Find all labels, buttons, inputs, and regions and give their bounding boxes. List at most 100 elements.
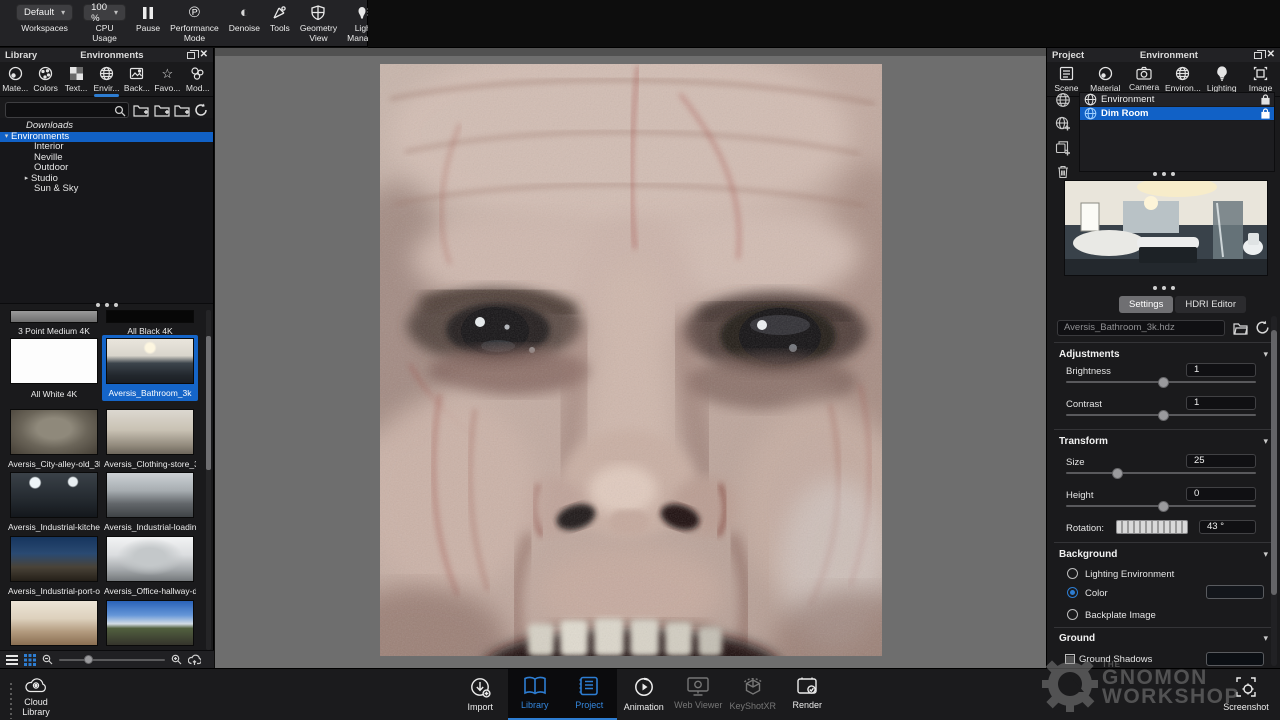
search-input[interactable]	[5, 102, 129, 118]
tab-hdri-editor[interactable]: HDRI Editor	[1175, 296, 1246, 313]
thumbnail-size-slider-knob[interactable]	[84, 655, 93, 664]
close-icon[interactable]: ✕	[1267, 50, 1275, 60]
cpu-usage-dropdown[interactable]: 100 % ▾	[83, 4, 126, 21]
contrast-slider[interactable]	[1066, 414, 1256, 416]
brightness-slider-knob[interactable]	[1158, 377, 1169, 388]
background-header[interactable]: Background	[1059, 549, 1117, 560]
tab-models[interactable]: Mod...	[183, 62, 213, 96]
thumbnail-road[interactable]	[106, 600, 194, 646]
collapse-chevron-icon[interactable]: ▾	[1263, 436, 1268, 447]
cloud-library-button[interactable]: Cloud Library	[10, 669, 62, 720]
thumbnail-city-alley[interactable]	[10, 409, 98, 455]
transform-header[interactable]: Transform	[1059, 436, 1108, 447]
list-view-icon[interactable]	[6, 655, 18, 665]
height-slider[interactable]	[1066, 505, 1256, 507]
restore-panel-icon[interactable]	[187, 52, 195, 59]
performance-mode-button[interactable]: ℗ Performance Mode	[170, 4, 219, 43]
tab-textures[interactable]: Text...	[61, 62, 91, 96]
tab-image[interactable]: Image	[1241, 62, 1280, 96]
panel-splitter-handle[interactable]	[1047, 286, 1280, 290]
grid-view-icon[interactable]	[24, 654, 36, 666]
realtime-viewport[interactable]	[215, 48, 1046, 668]
brightness-value[interactable]: 1	[1186, 363, 1256, 377]
thumbnail-office-hallway[interactable]	[106, 536, 194, 582]
hdri-preview[interactable]	[1064, 180, 1268, 276]
tab-settings[interactable]: Settings	[1119, 296, 1173, 313]
hdri-filename-field[interactable]: Aversis_Bathroom_3k.hdz	[1057, 320, 1225, 336]
rotation-scrubber[interactable]	[1116, 520, 1188, 534]
tab-materials[interactable]: Mate...	[0, 62, 30, 96]
render-button[interactable]: Render	[780, 669, 835, 720]
thumbnail-industrial-kitchen[interactable]	[10, 472, 98, 518]
tab-lighting[interactable]: Lighting	[1202, 62, 1241, 96]
thumbnail-room[interactable]	[10, 600, 98, 646]
tree-item-sun-sky[interactable]: Sun & Sky	[0, 184, 213, 195]
collapse-chevron-icon[interactable]: ▾	[1263, 549, 1268, 560]
duplicate-environment-icon[interactable]	[1053, 140, 1073, 156]
panel-splitter-handle[interactable]	[1047, 172, 1280, 176]
thumbnail-all-black[interactable]	[106, 310, 194, 323]
refresh-icon[interactable]	[194, 103, 208, 117]
backplate-image-radio[interactable]	[1067, 609, 1078, 620]
lighting-environment-radio[interactable]	[1067, 568, 1078, 579]
thumbnail-clothing-store[interactable]	[106, 409, 194, 455]
zoom-in-icon[interactable]	[171, 654, 182, 665]
thumbnail-all-white[interactable]	[10, 338, 98, 384]
add-environment-icon[interactable]	[1053, 116, 1073, 132]
screenshot-button[interactable]: Screenshot	[1216, 669, 1276, 720]
chevron-down-icon[interactable]: ▾	[2, 132, 11, 143]
zoom-out-icon[interactable]	[42, 654, 53, 665]
tab-material[interactable]: Material	[1086, 62, 1125, 96]
project-scrollbar-thumb[interactable]	[1271, 330, 1277, 595]
library-button[interactable]: Library	[508, 669, 563, 720]
height-value[interactable]: 0	[1186, 487, 1256, 501]
reload-hdri-icon[interactable]	[1255, 320, 1270, 335]
folder-import-icon[interactable]	[154, 103, 170, 117]
folder-add-icon[interactable]	[133, 103, 149, 117]
environment-sphere-icon[interactable]	[1053, 92, 1073, 108]
tab-environments[interactable]: Envir...	[91, 62, 121, 96]
height-slider-knob[interactable]	[1158, 501, 1169, 512]
size-slider[interactable]	[1066, 472, 1256, 474]
workspaces-dropdown[interactable]: Default ▾	[16, 4, 73, 21]
close-icon[interactable]: ✕	[200, 50, 208, 60]
restore-panel-icon[interactable]	[1254, 52, 1262, 59]
tree-item-downloads[interactable]: Downloads	[0, 121, 213, 132]
library-scrollbar-thumb[interactable]	[206, 336, 211, 470]
tab-scene[interactable]: Scene	[1047, 62, 1086, 96]
background-color-swatch[interactable]	[1206, 585, 1264, 599]
denoise-button[interactable]: ◐ Denoise	[229, 4, 260, 34]
contrast-value[interactable]: 1	[1186, 396, 1256, 410]
collapse-chevron-icon[interactable]: ▾	[1263, 633, 1268, 644]
pause-button[interactable]: Pause	[136, 4, 160, 34]
thumbnail-bathroom[interactable]	[106, 338, 194, 384]
tree-item-interior[interactable]: Interior	[0, 142, 213, 153]
thumbnail-size-slider[interactable]	[59, 659, 165, 661]
size-slider-knob[interactable]	[1112, 468, 1123, 479]
tree-item-outdoor[interactable]: Outdoor	[0, 163, 213, 174]
library-scrollbar[interactable]	[206, 310, 211, 650]
folder-new-icon[interactable]	[174, 103, 190, 117]
adjustments-header[interactable]: Adjustments	[1059, 349, 1120, 360]
environment-item-dim-room[interactable]: Dim Room	[1080, 107, 1274, 121]
brightness-slider[interactable]	[1066, 381, 1256, 383]
ground-shadows-checkbox[interactable]	[1065, 654, 1075, 664]
tab-colors[interactable]: Colors	[30, 62, 60, 96]
size-value[interactable]: 25	[1186, 454, 1256, 468]
tree-item-neville[interactable]: Neville	[0, 153, 213, 164]
panel-splitter-handle[interactable]	[0, 303, 213, 307]
color-radio[interactable]	[1067, 587, 1078, 598]
tab-camera[interactable]: Camera	[1125, 62, 1164, 96]
project-scrollbar[interactable]	[1271, 316, 1277, 666]
lock-icon[interactable]	[1261, 108, 1270, 119]
tab-favorites[interactable]: ☆ Favo...	[152, 62, 182, 96]
thumbnail-industrial-port[interactable]	[10, 536, 98, 582]
thumbnail-3-point-medium[interactable]	[10, 310, 98, 323]
geometry-view-button[interactable]: Geometry View	[300, 4, 337, 43]
thumbnail-industrial-loading[interactable]	[106, 472, 194, 518]
cloud-upload-icon[interactable]	[188, 654, 201, 666]
chevron-right-icon[interactable]: ▸	[22, 174, 31, 185]
animation-button[interactable]: Animation	[617, 669, 672, 720]
tree-item-studio[interactable]: ▸Studio	[0, 174, 213, 185]
ground-header[interactable]: Ground	[1059, 633, 1095, 644]
